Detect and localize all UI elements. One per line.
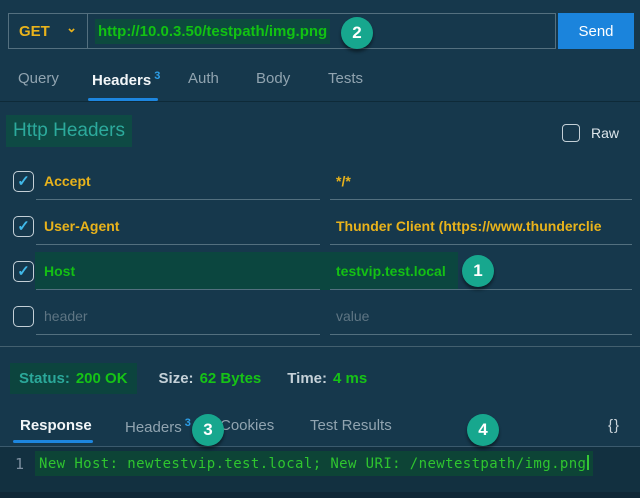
status-value: 200 OK	[76, 370, 128, 387]
http-headers-title: Http Headers	[6, 115, 132, 147]
headers-count-badge: 3	[154, 70, 160, 82]
header-name-field[interactable]: Host	[36, 252, 320, 290]
response-tabs: Response Headers3 Cookies Test Results {…	[0, 402, 640, 447]
response-body-text: New Host: newtestvip.test.local; New URI…	[35, 451, 593, 476]
row-checkbox[interactable]: ✓	[13, 216, 34, 237]
raw-label: Raw	[591, 125, 619, 141]
header-row-empty: header value	[0, 295, 640, 340]
format-code-icon[interactable]: {}	[608, 417, 620, 434]
annotation-circle-4: 4	[467, 414, 499, 446]
annotation-circle-1: 1	[462, 255, 494, 287]
window-bottom-edge	[0, 492, 640, 498]
raw-toggle: Raw	[562, 124, 619, 142]
request-tabs: Query Headers3 Auth Body Tests	[0, 57, 640, 102]
response-status-bar: Status:200 OK Size:62 Bytes Time:4 ms	[10, 363, 367, 394]
tab-query[interactable]: Query	[18, 70, 59, 87]
thunder-client-window: GET ⌄ http://10.0.3.50/testpath/img.png …	[0, 0, 640, 498]
checkmark-icon: ✓	[17, 264, 30, 279]
active-tab-underline	[88, 98, 158, 101]
line-number: 1	[15, 455, 24, 473]
row-checkbox[interactable]	[13, 306, 34, 327]
header-name-field[interactable]: Accept	[36, 162, 320, 200]
header-row-host: ✓ Host testvip.test.local	[0, 250, 640, 295]
checkmark-icon: ✓	[17, 174, 30, 189]
row-checkbox[interactable]: ✓	[13, 261, 34, 282]
raw-checkbox[interactable]	[562, 124, 580, 142]
header-value-field[interactable]: value	[330, 297, 632, 335]
size-info: Size:62 Bytes	[159, 370, 262, 387]
header-value-field[interactable]: Thunder Client (https://www.thunderclie	[330, 207, 632, 245]
header-name-field[interactable]: header	[36, 297, 320, 335]
tab-response-headers[interactable]: Headers3	[125, 417, 191, 436]
header-name-field[interactable]: User-Agent	[36, 207, 320, 245]
tab-auth[interactable]: Auth	[188, 70, 219, 87]
active-response-tab-underline	[13, 440, 93, 443]
tab-test-results[interactable]: Test Results	[310, 417, 392, 434]
url-text: http://10.0.3.50/testpath/img.png	[95, 19, 330, 44]
status-badge: Status:200 OK	[10, 363, 137, 394]
send-button[interactable]: Send	[558, 13, 634, 49]
tab-tests[interactable]: Tests	[328, 70, 363, 87]
tab-body[interactable]: Body	[256, 70, 290, 87]
response-headers-count-badge: 3	[185, 417, 191, 429]
chevron-down-icon: ⌄	[66, 20, 77, 36]
annotation-circle-2: 2	[341, 17, 373, 49]
header-row-user-agent: ✓ User-Agent Thunder Client (https://www…	[0, 205, 640, 250]
row-checkbox[interactable]: ✓	[13, 171, 34, 192]
tab-response[interactable]: Response	[20, 417, 92, 434]
size-value: 62 Bytes	[200, 370, 262, 387]
section-divider	[0, 346, 640, 347]
time-info: Time:4 ms	[287, 370, 367, 387]
time-value: 4 ms	[333, 370, 367, 387]
tab-headers[interactable]: Headers3	[92, 70, 160, 89]
url-input[interactable]: http://10.0.3.50/testpath/img.png	[88, 13, 556, 49]
annotation-circle-3: 3	[192, 414, 224, 446]
checkmark-icon: ✓	[17, 219, 30, 234]
header-row-accept: ✓ Accept */*	[0, 160, 640, 205]
text-cursor	[587, 455, 589, 470]
method-dropdown[interactable]: GET ⌄	[8, 13, 88, 49]
response-body-editor[interactable]: 1 New Host: newtestvip.test.local; New U…	[0, 447, 640, 498]
tab-cookies[interactable]: Cookies	[220, 417, 274, 434]
header-value-field[interactable]: */*	[330, 162, 632, 200]
method-label: GET	[19, 23, 50, 40]
